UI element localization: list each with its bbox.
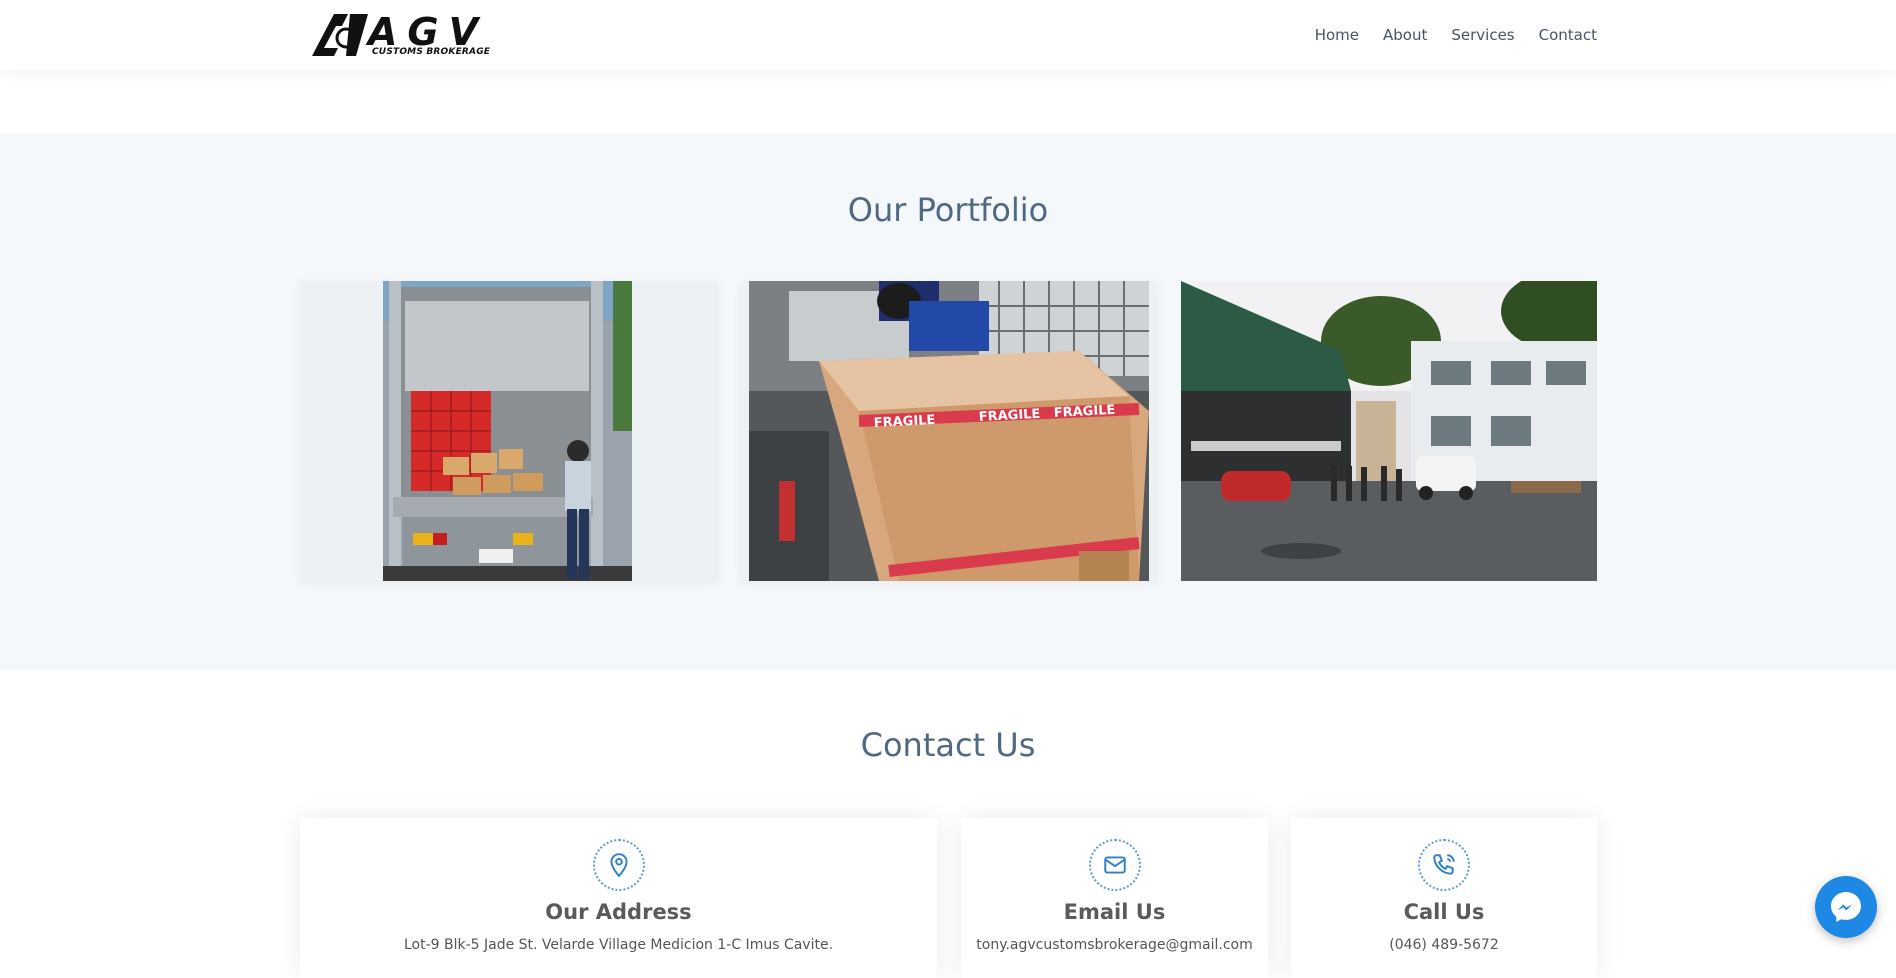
logo-subtitle: CUSTOMS BROKERAGE — [372, 47, 491, 57]
portfolio-section: Our Portfolio FRAGILE FRAGILE FRAGILE — [0, 133, 1896, 670]
main-nav: Home About Services Contact — [1291, 24, 1597, 46]
address-card: Our Address Lot-9 Blk-5 Jade St. Velarde… — [300, 818, 937, 978]
nav-home[interactable]: Home — [1315, 24, 1359, 46]
site-header: AGV CUSTOMS BROKERAGE Home About Service… — [0, 0, 1896, 70]
truck-loading-photo — [300, 281, 718, 581]
address-text: Lot-9 Blk-5 Jade St. Velarde Village Med… — [403, 937, 834, 953]
email-card: Email Us tony.agvcustomsbrokerage@gmail.… — [961, 818, 1268, 978]
phone-card: Call Us (046) 489-5672 — [1291, 818, 1597, 978]
phone-text[interactable]: (046) 489-5672 — [1291, 937, 1597, 953]
messenger-icon — [1831, 892, 1861, 922]
phone-icon — [1418, 839, 1470, 891]
brand-logo[interactable]: AGV CUSTOMS BROKERAGE — [312, 10, 491, 58]
envelope-icon — [1088, 839, 1141, 891]
portfolio-item-warehouse[interactable] — [1181, 281, 1597, 581]
logo-text: AGV — [368, 10, 489, 54]
fragile-crate-photo: FRAGILE FRAGILE FRAGILE — [741, 281, 1157, 581]
nav-about[interactable]: About — [1383, 24, 1427, 46]
portfolio-item-truck[interactable] — [300, 281, 718, 581]
map-pin-icon — [592, 839, 645, 891]
email-text[interactable]: tony.agvcustomsbrokerage@gmail.com — [961, 937, 1268, 953]
portfolio-title: Our Portfolio — [847, 191, 1049, 229]
nav-contact[interactable]: Contact — [1539, 24, 1597, 46]
portfolio-item-crate[interactable]: FRAGILE FRAGILE FRAGILE — [741, 281, 1157, 581]
nav-services[interactable]: Services — [1451, 24, 1514, 46]
email-title: Email Us — [1063, 900, 1166, 924]
warehouse-yard-photo — [1181, 281, 1597, 581]
messenger-chat-button[interactable] — [1815, 876, 1877, 938]
logo-mark-icon — [312, 14, 368, 56]
contact-title: Contact Us — [860, 726, 1036, 764]
phone-title: Call Us — [1403, 900, 1485, 924]
address-title: Our Address — [545, 900, 692, 924]
